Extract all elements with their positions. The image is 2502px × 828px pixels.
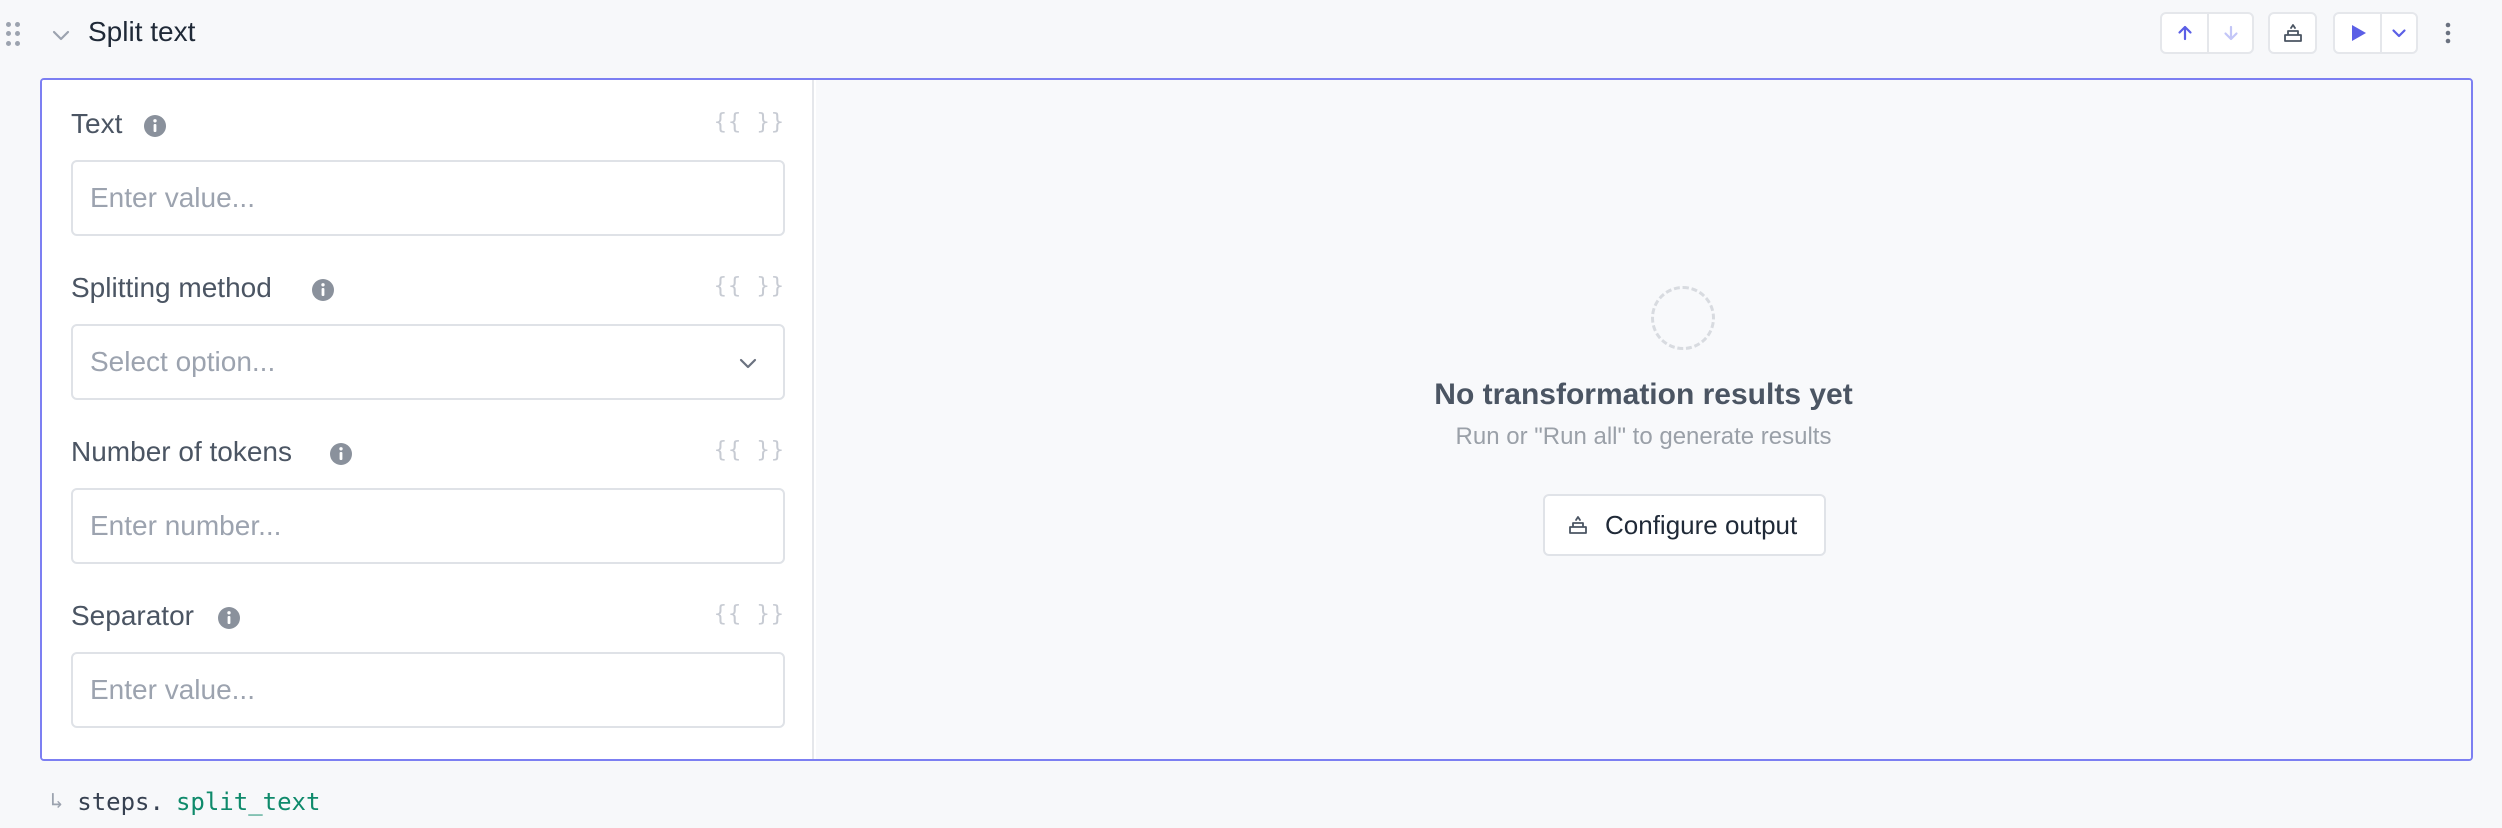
- field-splitting-method: Splitting method {{ }} Select option...: [71, 268, 785, 400]
- info-icon[interactable]: [217, 606, 241, 630]
- step-title[interactable]: Split text: [88, 14, 195, 50]
- info-icon[interactable]: [311, 278, 335, 302]
- output-tray-icon: [2283, 24, 2302, 42]
- chevron-down-icon: [739, 358, 757, 369]
- splitting-method-select[interactable]: Select option...: [71, 324, 785, 400]
- config-panel: Text {{ }} Splitting method: [42, 80, 814, 759]
- select-placeholder: Select option...: [90, 346, 276, 377]
- variable-braces-icon[interactable]: {{ }}: [714, 274, 785, 299]
- move-up-button[interactable]: [2162, 14, 2207, 52]
- field-label: Text: [71, 108, 123, 139]
- run-button[interactable]: [2335, 14, 2380, 52]
- empty-state-subtitle: Run or "Run all" to generate results: [1455, 423, 1832, 450]
- separator-field[interactable]: [90, 674, 783, 706]
- arrow-down-icon: [2223, 25, 2238, 41]
- chevron-down-icon[interactable]: [50, 24, 72, 46]
- drag-handle-icon[interactable]: [6, 22, 20, 46]
- loading-placeholder-icon: [1651, 286, 1715, 350]
- field-number-of-tokens: Number of tokens {{ }}: [71, 432, 785, 564]
- separator-input[interactable]: [71, 652, 785, 728]
- return-arrow-icon: ↳: [50, 789, 64, 814]
- field-text: Text {{ }}: [71, 104, 785, 236]
- field-label: Number of tokens: [71, 436, 292, 467]
- variable-braces-icon[interactable]: {{ }}: [714, 438, 785, 463]
- chevron-down-icon: [2392, 29, 2406, 38]
- text-input-field[interactable]: [90, 182, 783, 214]
- output-tray-icon: [1569, 516, 1587, 534]
- variable-braces-icon[interactable]: {{ }}: [714, 602, 785, 627]
- info-icon[interactable]: [329, 442, 353, 466]
- reference-name[interactable]: split_text: [176, 786, 321, 818]
- number-of-tokens-field[interactable]: [90, 510, 783, 542]
- output-config-button-group: [2268, 12, 2317, 54]
- output-config-button[interactable]: [2270, 14, 2315, 52]
- info-icon[interactable]: [143, 114, 167, 138]
- more-vertical-icon: [2445, 22, 2451, 44]
- number-of-tokens-input[interactable]: [71, 488, 785, 564]
- reference-prefix: steps.: [77, 788, 164, 816]
- variable-braces-icon[interactable]: {{ }}: [714, 110, 785, 135]
- configure-output-button[interactable]: Configure output: [1543, 494, 1826, 556]
- field-label: Splitting method: [71, 272, 272, 303]
- empty-state-title: No transformation results yet: [1434, 378, 1853, 411]
- field-separator: Separator {{ }}: [71, 596, 785, 728]
- run-menu-button[interactable]: [2380, 14, 2416, 52]
- more-options-button[interactable]: [2435, 12, 2461, 54]
- run-button-group: [2333, 12, 2418, 54]
- play-icon: [2351, 25, 2366, 41]
- step-reference: ↳ steps. split_text: [50, 786, 320, 818]
- configure-output-label: Configure output: [1605, 509, 1798, 540]
- arrow-up-icon: [2177, 25, 2192, 41]
- field-label: Separator: [71, 600, 194, 631]
- output-panel: No transformation results yet Run or "Ru…: [816, 80, 2471, 759]
- move-down-button[interactable]: [2207, 14, 2252, 52]
- step-card: Text {{ }} Splitting method: [40, 78, 2473, 761]
- step-header: Split text: [0, 0, 2502, 66]
- move-button-group: [2160, 12, 2254, 54]
- text-input[interactable]: [71, 160, 785, 236]
